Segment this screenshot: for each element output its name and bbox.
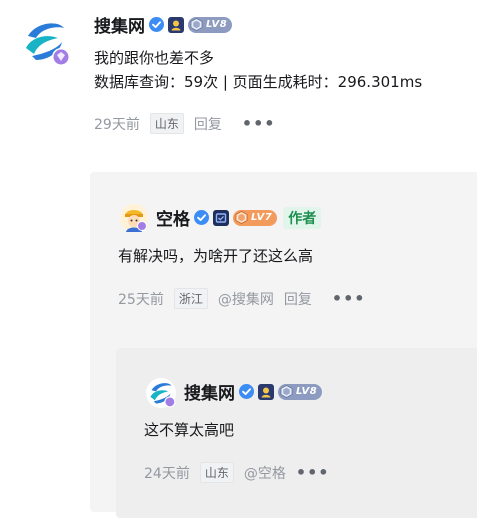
reply-panel: 空格 LV7 作者 有解决吗，为啥开了还这么高 25天前 浙江 @搜集网 回复 … (90, 172, 477, 518)
more-options-icon[interactable]: ••• (332, 289, 366, 308)
comment-time: 29天前 (94, 116, 140, 133)
comment-text-line: 这不算太高吧 (144, 421, 235, 439)
medal-icon (213, 209, 229, 226)
level-badge: LV8 (188, 16, 233, 33)
comment-header: 搜集网 LV8 (94, 12, 233, 37)
comment-text-line: 有解决吗，为啥开了还这么高 (118, 247, 314, 265)
level-gem-icon (280, 385, 293, 398)
avatar[interactable] (120, 204, 148, 232)
medal-icon (258, 383, 274, 400)
verified-icon (149, 17, 164, 32)
nested-reply-panel: 搜集网 LV8 这不算太高吧 24天前 山东 @空格 ••• (116, 348, 477, 518)
level-label: LV8 (206, 19, 228, 30)
author-tag: 作者 (283, 206, 322, 229)
verified-icon (239, 384, 254, 399)
comment-meta: 29天前 山东 回复 ••• (94, 113, 276, 134)
username[interactable]: 搜集网 (184, 379, 235, 404)
location-tag: 山东 (149, 113, 184, 134)
username[interactable]: 搜集网 (94, 12, 145, 37)
comment-header: 搜集网 LV8 (184, 379, 323, 404)
medal-icon (168, 16, 184, 33)
comment-time: 25天前 (118, 291, 164, 308)
comment-header: 空格 LV7 作者 (156, 205, 322, 230)
level-label: LV7 (251, 212, 273, 223)
mention-link[interactable]: @空格 (244, 463, 286, 483)
comment-meta: 25天前 浙江 @搜集网 回复 ••• (118, 288, 366, 309)
reply-button[interactable]: 回复 (284, 289, 312, 309)
comment-meta: 24天前 山东 @空格 ••• (144, 462, 330, 483)
avatar[interactable] (146, 378, 176, 408)
comment-time: 24天前 (144, 465, 190, 482)
username[interactable]: 空格 (156, 205, 190, 230)
level-badge: LV8 (278, 383, 323, 400)
more-options-icon[interactable]: ••• (242, 114, 276, 133)
level-badge: LV7 (233, 209, 278, 226)
mention-link[interactable]: @搜集网 (218, 289, 274, 309)
level-gem-icon (235, 211, 248, 224)
comment-text-line: 我的跟你也差不多 (94, 49, 215, 67)
location-tag: 浙江 (173, 288, 208, 309)
level-label: LV8 (296, 386, 318, 397)
verified-icon (194, 210, 209, 225)
comment-text-line: 数据库查询：59次 | 页面生成耗时：296.301ms (94, 73, 423, 91)
level-gem-icon (190, 18, 203, 31)
reply-button[interactable]: 回复 (194, 114, 222, 134)
more-options-icon[interactable]: ••• (296, 463, 330, 482)
location-tag: 山东 (199, 462, 234, 483)
avatar[interactable] (18, 14, 72, 68)
